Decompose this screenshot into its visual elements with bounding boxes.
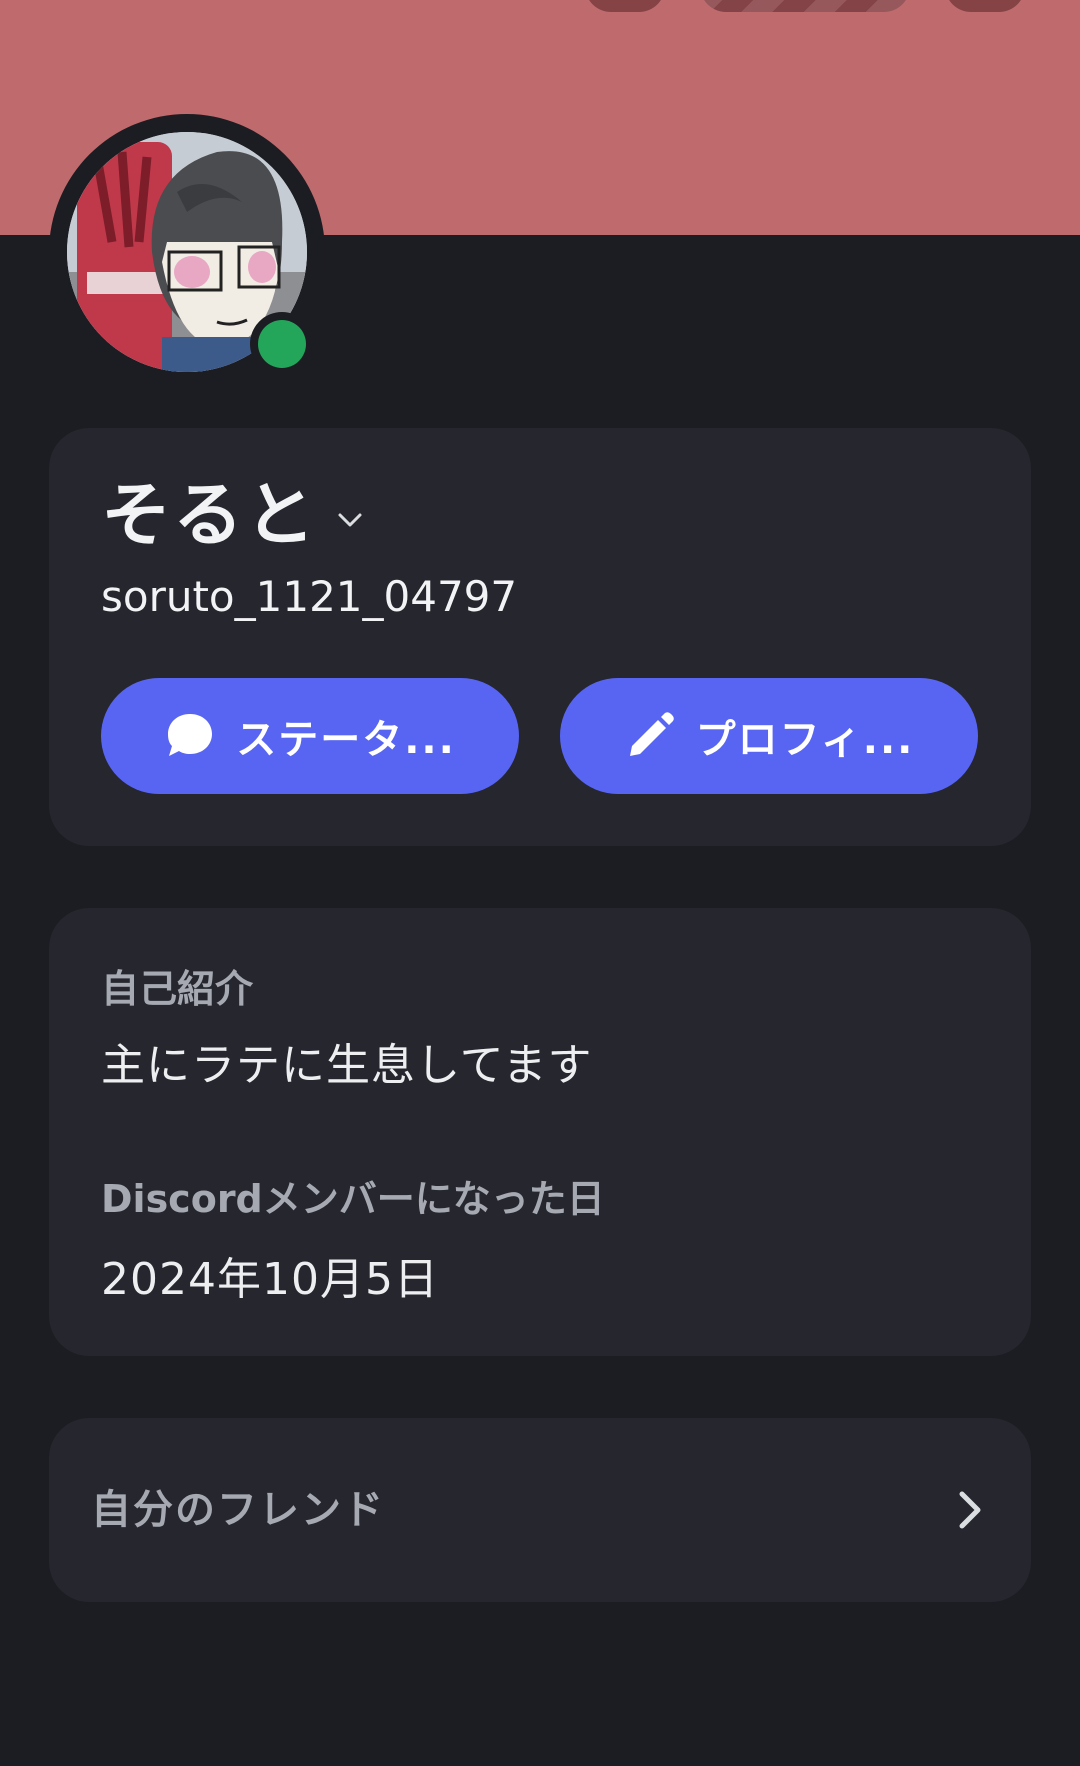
- edit-profile-label: プロフィ...: [695, 717, 915, 763]
- edit-profile-button[interactable]: プロフィ...: [560, 678, 978, 794]
- pencil-icon: [624, 710, 676, 762]
- set-status-label: ステータ...: [236, 717, 456, 763]
- bio-text: 主にラテに生息してます: [101, 1040, 593, 1091]
- chevron-down-icon[interactable]: [335, 505, 365, 535]
- bio-label: 自己紹介: [101, 967, 254, 1011]
- display-name-row[interactable]: そると: [101, 480, 365, 550]
- username: soruto_1121_04797: [101, 572, 518, 621]
- banner-decoration: [945, 0, 1025, 12]
- speech-bubble-icon: [164, 710, 216, 762]
- set-status-button[interactable]: ステータ...: [101, 678, 519, 794]
- member-since-date: 2024年10月5日: [101, 1254, 439, 1305]
- banner-decoration: [585, 0, 665, 12]
- display-name: そると: [101, 474, 317, 556]
- banner-decoration: [700, 0, 910, 12]
- my-friends-label: 自分のフレンド: [91, 1487, 385, 1533]
- online-status-icon: [258, 320, 306, 368]
- about-card: 自己紹介 主にラテに生息してます Discordメンバーになった日 2024年1…: [49, 908, 1031, 1356]
- my-friends-row[interactable]: 自分のフレンド: [49, 1418, 1031, 1602]
- member-since-label: Discordメンバーになった日: [101, 1177, 605, 1221]
- chevron-right-icon: [959, 1491, 981, 1529]
- profile-card: そると soruto_1121_04797 ステータ... プロフィ...: [49, 428, 1031, 846]
